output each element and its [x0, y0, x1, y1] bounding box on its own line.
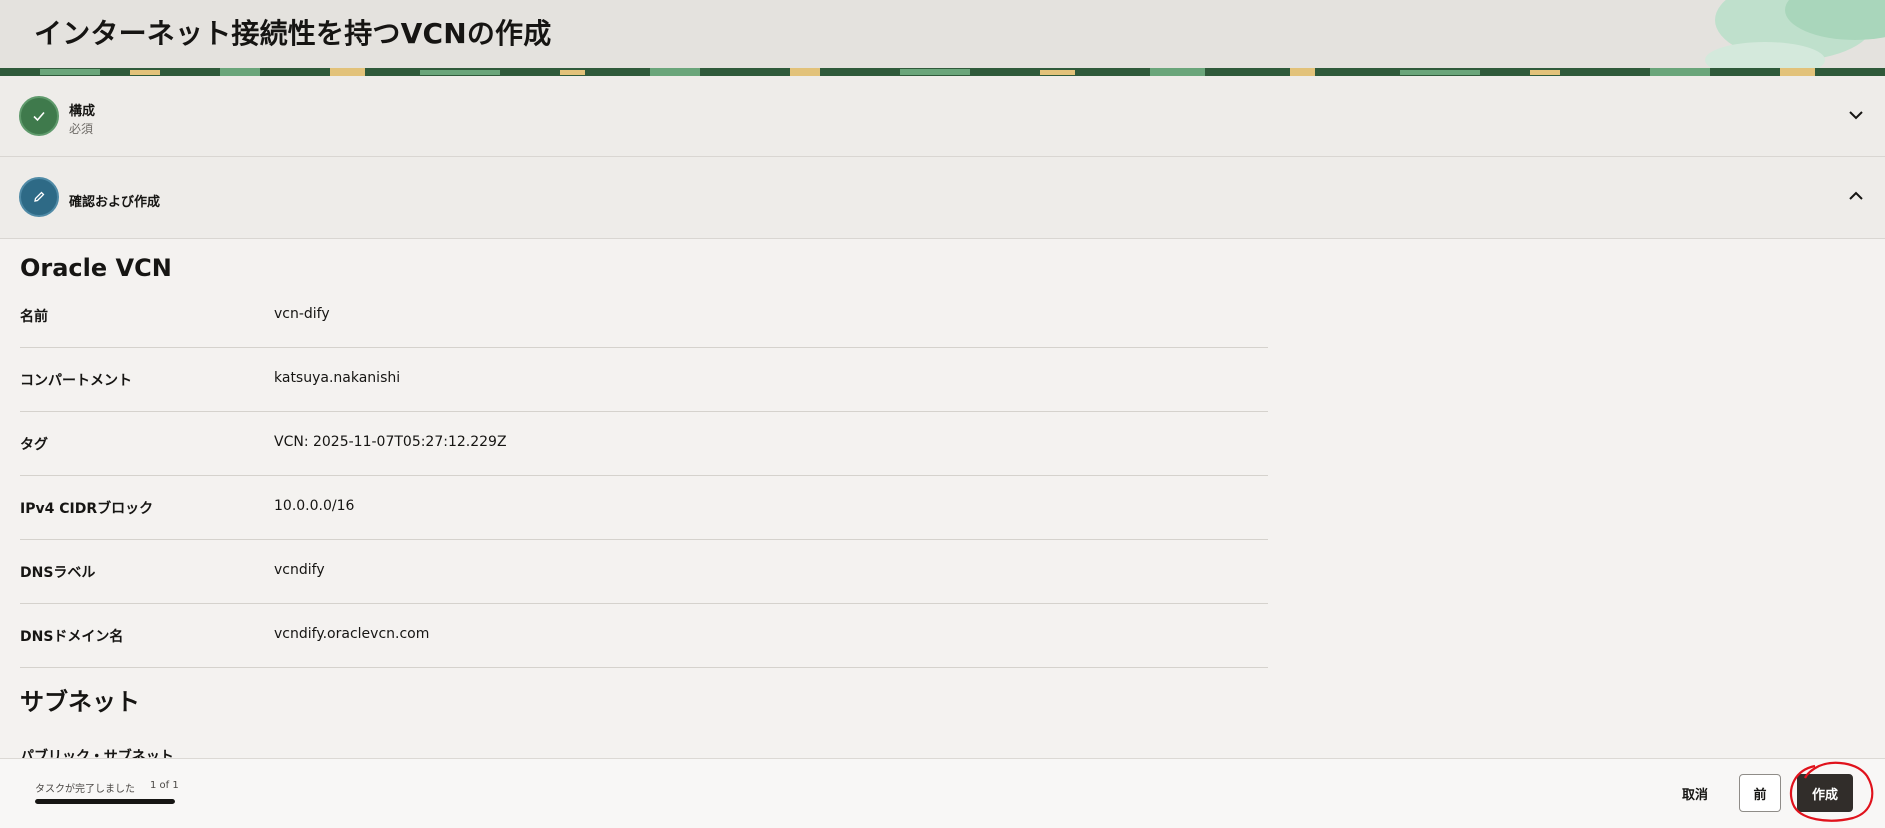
row-value: vcndify: [274, 562, 325, 578]
pencil-icon: [34, 191, 45, 202]
row-value: katsuya.nakanishi: [274, 370, 401, 386]
chevron-up-icon[interactable]: [1847, 187, 1865, 205]
check-icon: [33, 111, 45, 122]
review-row-compartment: コンパートメント katsuya.nakanishi: [20, 348, 1268, 412]
step-subtitle: 必須: [69, 122, 94, 136]
review-row-name: 名前 vcn-dify: [20, 284, 1268, 348]
step-title: 構成: [69, 104, 96, 119]
row-value: 10.0.0.0/16: [274, 498, 355, 514]
row-value: VCN: 2025-11-07T05:27:12.229Z: [274, 434, 507, 450]
page-title: インターネット接続性を持つVCNの作成: [34, 17, 552, 50]
header-pattern-band: [0, 68, 1885, 76]
review-row-tags: タグ VCN: 2025-11-07T05:27:12.229Z: [20, 412, 1268, 476]
section-title-subnet: サブネット: [20, 688, 140, 716]
task-status-text: タスクが完了しました: [35, 784, 135, 795]
task-progress-fill: [35, 799, 175, 804]
row-label: DNSラベル: [20, 565, 96, 581]
review-row-cidr: IPv4 CIDRブロック 10.0.0.0/16: [20, 476, 1268, 540]
subnet-public-heading: パブリック・サブネット: [20, 749, 174, 758]
row-value: vcn-dify: [274, 306, 330, 322]
page-header: インターネット接続性を持つVCNの作成: [0, 0, 1885, 76]
review-row-dns-label: DNSラベル vcndify: [20, 540, 1268, 604]
task-count: 1 of 1: [150, 780, 179, 791]
wizard-footer: タスクが完了しました 1 of 1 取消 前 作成: [0, 758, 1885, 828]
section-title-oracle-vcn: Oracle VCN: [20, 254, 172, 282]
row-value: vcndify.oraclevcn.com: [274, 626, 430, 642]
row-label: IPv4 CIDRブロック: [20, 501, 154, 517]
row-label: タグ: [20, 437, 48, 453]
step-configuration[interactable]: 構成 必須: [0, 76, 1885, 157]
previous-button[interactable]: 前: [1739, 774, 1781, 812]
create-button[interactable]: 作成: [1797, 774, 1853, 812]
step-review-and-create[interactable]: 確認および作成: [0, 157, 1885, 239]
cancel-button[interactable]: 取消: [1666, 774, 1724, 812]
step-complete-badge: [19, 96, 59, 136]
task-progress-bar: [35, 799, 175, 804]
chevron-down-icon[interactable]: [1847, 106, 1865, 124]
review-row-dns-domain: DNSドメイン名 vcndify.oraclevcn.com: [20, 604, 1268, 668]
row-label: 名前: [20, 309, 48, 325]
review-content: Oracle VCN 名前 vcn-dify コンパートメント katsuya.…: [0, 240, 1885, 758]
row-label: DNSドメイン名: [20, 629, 124, 645]
step-title: 確認および作成: [69, 195, 161, 210]
row-label: コンパートメント: [20, 373, 132, 389]
header-decoration: [1705, 0, 1885, 76]
step-active-badge: [19, 177, 59, 217]
